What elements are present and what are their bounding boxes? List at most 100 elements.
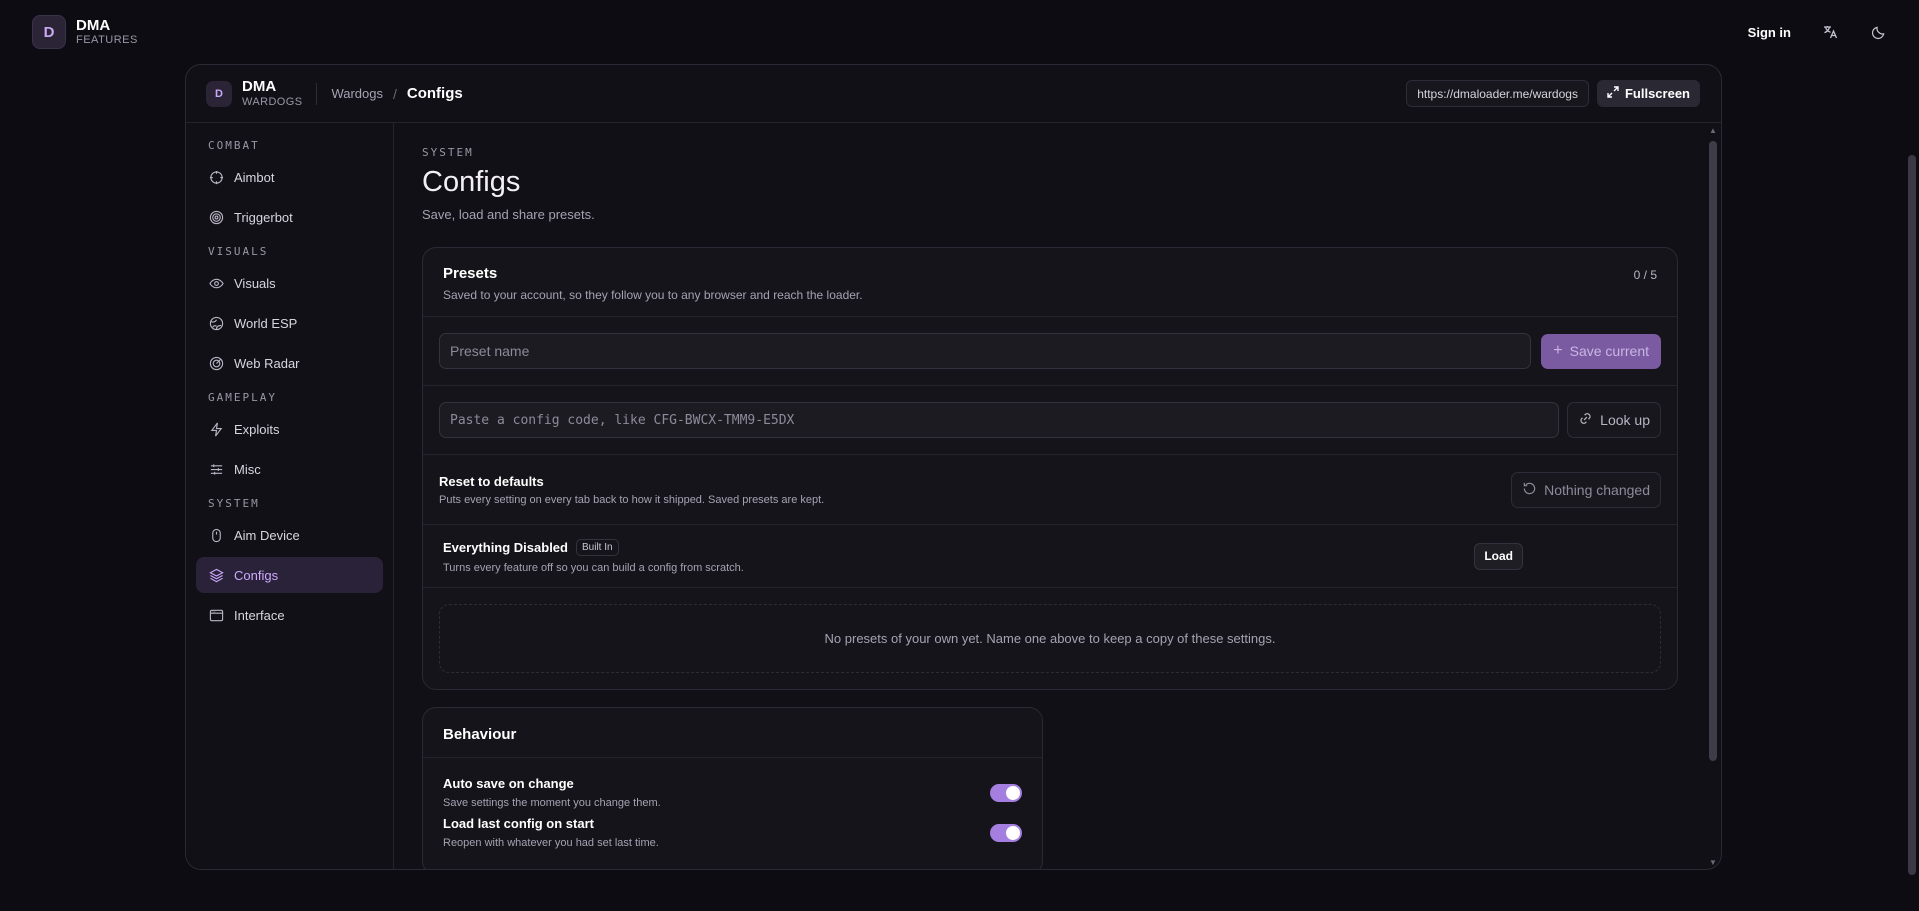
toggle-row-load-last: Load last config on start Reopen with wh…: [423, 816, 1042, 869]
preset-name-row: Preset name + Save current: [423, 317, 1677, 386]
moon-icon[interactable]: [1869, 23, 1887, 41]
preset-name-input[interactable]: Preset name: [439, 333, 1532, 369]
sidebar-item-visuals[interactable]: Visuals: [196, 265, 383, 301]
window-icon: [208, 607, 224, 623]
link-icon: [1578, 411, 1593, 429]
builtin-preset-description: Turns every feature off so you can build…: [443, 561, 744, 574]
plus-icon: +: [1553, 342, 1563, 359]
scrollbar-thumb[interactable]: [1709, 141, 1717, 761]
sidebar-item-triggerbot[interactable]: Triggerbot: [196, 199, 383, 235]
toggle-title: Auto save on change: [443, 776, 574, 791]
reset-description: Puts every setting on every tab back to …: [439, 493, 825, 506]
sidebar-item-label: Configs: [234, 567, 279, 583]
main-content: SYSTEM Configs Save, load and share pres…: [394, 123, 1721, 869]
sidebar-item-label: Aimbot: [234, 169, 275, 185]
sidebar-group-gameplay: GAMEPLAY: [208, 391, 277, 404]
lightning-icon: [208, 421, 224, 437]
scroll-up-icon[interactable]: ▲: [1709, 127, 1717, 135]
fullscreen-button[interactable]: Fullscreen: [1596, 80, 1700, 107]
behaviour-card: Behaviour Auto save on change Save setti…: [422, 707, 1043, 869]
page-title: Configs: [422, 166, 521, 198]
header-divider: [316, 82, 318, 105]
look-up-button[interactable]: Look up: [1567, 402, 1661, 438]
reset-row: Reset to defaults Puts every setting on …: [423, 455, 1677, 525]
breadcrumb: Wardogs / Configs: [331, 85, 462, 102]
scroll-down-icon[interactable]: ▼: [1709, 859, 1717, 867]
sidebar-item-configs[interactable]: Configs: [196, 557, 383, 593]
breadcrumb-parent[interactable]: Wardogs: [331, 86, 383, 101]
sidebar-item-label: World ESP: [234, 315, 298, 331]
save-current-label: Save current: [1569, 343, 1649, 359]
toggle-knob: [1006, 826, 1020, 840]
presets-count: 0 / 5: [1633, 268, 1657, 282]
sliders-icon: [208, 461, 224, 477]
sidebar-item-world-esp[interactable]: World ESP: [196, 305, 383, 341]
toggle-knob: [1006, 786, 1020, 800]
sidebar-item-label: Web Radar: [234, 355, 300, 371]
sidebar-item-label: Exploits: [234, 421, 280, 437]
behaviour-title: Behaviour: [443, 726, 517, 743]
presets-card: Presets Saved to your account, so they f…: [422, 247, 1678, 690]
config-code-input[interactable]: Paste a config code, like CFG-BWCX-TMM9-…: [439, 402, 1560, 438]
builtin-badge: Built In: [575, 538, 619, 556]
sidebar-item-label: Interface: [234, 607, 285, 623]
builtin-preset-name: Everything Disabled: [443, 539, 568, 555]
sidebar-item-label: Misc: [234, 461, 261, 477]
app-title: DMA: [76, 16, 111, 34]
app-subtitle: FEATURES: [76, 34, 138, 47]
sidebar-item-web-radar[interactable]: Web Radar: [196, 345, 383, 381]
section-label: SYSTEM: [422, 146, 474, 159]
toggle-description: Reopen with whatever you had set last ti…: [443, 837, 659, 849]
sidebar: COMBAT Aimbot Triggerbot VISUALS Visuals…: [186, 123, 394, 869]
reset-title: Reset to defaults: [439, 473, 544, 489]
page-scrollbar[interactable]: [1908, 155, 1916, 875]
sidebar-item-label: Visuals: [234, 275, 276, 291]
auto-save-toggle[interactable]: [990, 784, 1022, 802]
reset-defaults-label: Nothing changed: [1544, 481, 1650, 498]
sidebar-item-interface[interactable]: Interface: [196, 597, 383, 633]
load-preset-button[interactable]: Load: [1474, 542, 1523, 570]
reset-icon: [1522, 481, 1537, 499]
app-window: D DMA WARDOGS Wardogs / Configs https://…: [185, 64, 1722, 870]
layers-icon: [208, 567, 224, 583]
sidebar-item-aim-device[interactable]: Aim Device: [196, 517, 383, 553]
eye-icon: [208, 275, 224, 291]
sidebar-item-exploits[interactable]: Exploits: [196, 411, 383, 447]
top-bar: D DMA FEATURES Sign in: [0, 0, 1919, 64]
window-header: D DMA WARDOGS Wardogs / Configs https://…: [186, 65, 1721, 123]
config-code-row: Paste a config code, like CFG-BWCX-TMM9-…: [423, 386, 1677, 455]
globe-icon: [208, 315, 224, 331]
window-subtitle: WARDOGS: [242, 95, 303, 108]
presets-description: Saved to your account, so they follow yo…: [443, 288, 863, 302]
radar-icon: [208, 355, 224, 371]
sidebar-group-system: SYSTEM: [208, 497, 260, 510]
content-scrollbar[interactable]: ▲ ▼: [1708, 123, 1720, 869]
expand-icon: [1607, 86, 1619, 101]
load-last-toggle[interactable]: [990, 824, 1022, 842]
sidebar-group-combat: COMBAT: [208, 139, 260, 152]
breadcrumb-current: Configs: [406, 85, 463, 102]
fullscreen-label: Fullscreen: [1624, 86, 1690, 101]
breadcrumb-separator: /: [393, 85, 397, 102]
sidebar-item-aimbot[interactable]: Aimbot: [196, 159, 383, 195]
empty-presets-placeholder: No presets of your own yet. Name one abo…: [439, 604, 1661, 673]
look-up-label: Look up: [1600, 412, 1650, 428]
toggle-title: Load last config on start: [443, 816, 594, 831]
url-pill[interactable]: https://dmaloader.me/wardogs: [1406, 80, 1589, 107]
reset-defaults-button[interactable]: Nothing changed: [1511, 471, 1661, 508]
presets-title: Presets: [443, 265, 498, 282]
crosshair-icon: [208, 169, 224, 185]
target-icon: [208, 209, 224, 225]
page-subtitle: Save, load and share presets.: [422, 207, 595, 222]
sidebar-item-misc[interactable]: Misc: [196, 451, 383, 487]
save-current-button[interactable]: + Save current: [1541, 333, 1661, 369]
translate-icon[interactable]: [1821, 23, 1839, 41]
window-title: DMA: [242, 78, 277, 96]
mouse-icon: [208, 527, 224, 543]
sidebar-item-label: Triggerbot: [234, 209, 293, 225]
sign-in-link[interactable]: Sign in: [1748, 25, 1791, 40]
sidebar-group-visuals: VISUALS: [208, 245, 269, 258]
toggle-row-auto-save: Auto save on change Save settings the mo…: [423, 758, 1042, 816]
toggle-description: Save settings the moment you change them…: [443, 797, 661, 809]
app-brand[interactable]: D DMA FEATURES: [32, 15, 138, 49]
